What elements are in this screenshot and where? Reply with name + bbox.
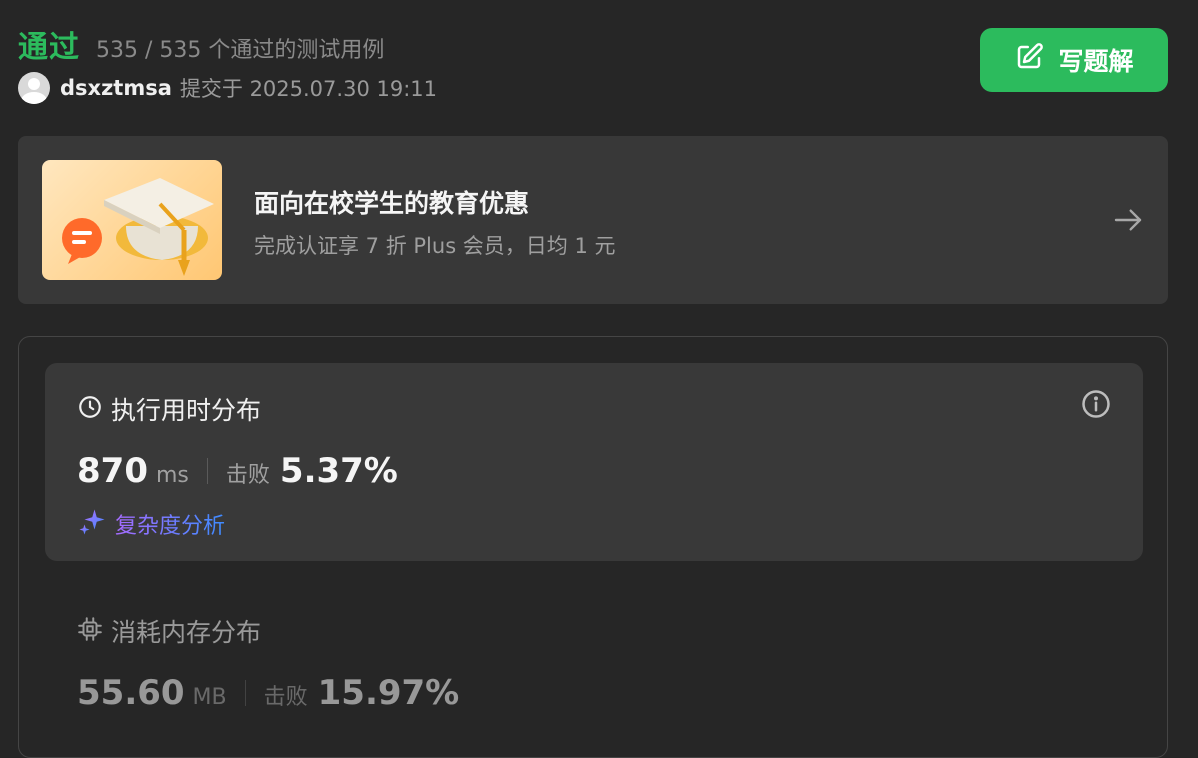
runtime-unit: ms xyxy=(155,463,189,488)
write-solution-label: 写题解 xyxy=(1058,47,1134,76)
memory-unit: MB xyxy=(192,685,227,710)
education-promo-banner[interactable]: 面向在校学生的教育优惠 完成认证享 7 折 Plus 会员，日均 1 元 xyxy=(18,136,1168,304)
runtime-card[interactable]: 执行用时分布 870 ms 击败 5.37% 复杂度分析 xyxy=(45,363,1143,561)
username-link[interactable]: dsxztmsa xyxy=(60,76,172,100)
memory-title: 消耗内存分布 xyxy=(111,618,262,647)
arrow-right-icon xyxy=(1112,204,1144,240)
memory-header[interactable]: 消耗内存分布 xyxy=(77,613,261,649)
submitter-info: dsxztmsa 提交于 2025.07.30 19:11 xyxy=(18,72,437,104)
complexity-analysis-link[interactable]: 复杂度分析 xyxy=(77,507,225,541)
write-solution-button[interactable]: 写题解 xyxy=(980,28,1168,92)
graduation-cap-icon xyxy=(42,160,222,280)
runtime-beat-label: 击败 xyxy=(225,463,270,488)
testcase-count: 535 / 535 个通过的测试用例 xyxy=(96,38,385,63)
divider xyxy=(244,680,246,706)
info-icon[interactable] xyxy=(1081,389,1111,423)
chip-icon xyxy=(77,616,103,646)
complexity-label: 复杂度分析 xyxy=(115,508,225,540)
status-title: 通过 xyxy=(18,30,80,65)
performance-stats-panel: 执行用时分布 870 ms 击败 5.37% 复杂度分析 消耗内存分布 55.6… xyxy=(18,336,1168,758)
submitted-time: 提交于 2025.07.30 19:11 xyxy=(179,77,437,101)
sparkle-icon xyxy=(77,507,107,541)
submission-status: 通过 535 / 535 个通过的测试用例 xyxy=(18,22,384,66)
runtime-title: 执行用时分布 xyxy=(111,396,262,425)
promo-subtitle: 完成认证享 7 折 Plus 会员，日均 1 元 xyxy=(254,234,616,258)
memory-beat-value: 15.97% xyxy=(317,673,460,713)
memory-beat-label: 击败 xyxy=(263,685,308,710)
avatar[interactable] xyxy=(18,72,50,104)
memory-metrics: 55.60 MB 击败 15.97% xyxy=(77,673,459,713)
memory-value: 55.60 xyxy=(77,673,185,713)
runtime-value: 870 xyxy=(77,451,148,491)
edit-icon xyxy=(1014,42,1044,78)
clock-icon xyxy=(77,394,103,424)
runtime-beat-value: 5.37% xyxy=(279,451,398,491)
promo-title: 面向在校学生的教育优惠 xyxy=(254,189,530,218)
runtime-metrics: 870 ms 击败 5.37% xyxy=(77,451,398,491)
runtime-header: 执行用时分布 xyxy=(77,391,261,427)
divider xyxy=(206,458,208,484)
